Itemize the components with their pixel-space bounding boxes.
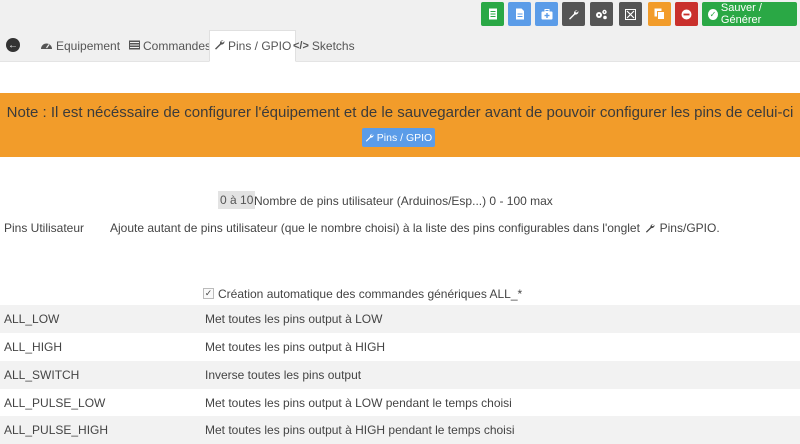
tab-bar: ← Equipement Commandes Pins / GPIO </> S… xyxy=(0,30,800,62)
tab-label: Equipement xyxy=(56,39,121,53)
pins-gpio-button-label: Pins / GPIO xyxy=(376,131,433,144)
save-button[interactable]: ✓ Sauver / Générer xyxy=(702,2,797,26)
code-icon: </> xyxy=(293,40,309,52)
wrench-icon xyxy=(214,39,225,53)
document-icon[interactable] xyxy=(481,2,504,26)
command-name: ALL_LOW xyxy=(4,312,60,326)
note-text: Note : Il est nécéssaire de configurer l… xyxy=(6,104,794,121)
command-description: Met toutes les pins output à LOW pendant… xyxy=(205,396,512,410)
pins-gpio-link[interactable]: Pins/GPIO. xyxy=(660,221,720,235)
command-name: ALL_PULSE_HIGH xyxy=(4,423,109,437)
command-name: ALL_SWITCH xyxy=(4,368,80,382)
list-icon xyxy=(129,39,140,53)
user-pins-range-label: Nombre de pins utilisateur (Arduinos/Esp… xyxy=(254,194,553,208)
tab-label: Sketchs xyxy=(311,39,355,53)
back-arrow-icon[interactable]: ← xyxy=(6,38,20,52)
wrench-icon xyxy=(645,223,655,233)
tab-equipement[interactable]: Equipement xyxy=(40,30,120,62)
table-row: ALL_PULSE_HIGH Met toutes les pins outpu… xyxy=(0,416,800,444)
tab-sketchs[interactable]: </> Sketchs xyxy=(293,30,355,62)
expand-icon[interactable] xyxy=(619,2,642,26)
table-row: ALL_SWITCH Inverse toutes les pins outpu… xyxy=(0,361,800,389)
gears-icon[interactable] xyxy=(590,2,613,26)
dashboard-icon xyxy=(40,39,53,53)
tab-label: Commandes xyxy=(143,39,212,53)
user-pins-help: Ajoute autant de pins utilisateur (que l… xyxy=(110,221,720,235)
auto-commands-label: Création automatique des commandes génér… xyxy=(218,287,523,301)
command-name: ALL_PULSE_LOW xyxy=(4,396,106,410)
user-pins-label: Pins Utilisateur xyxy=(4,221,85,235)
minus-circle-icon[interactable] xyxy=(675,2,698,26)
file-icon[interactable] xyxy=(508,2,531,26)
table-row: ALL_HIGH Met toutes les pins output à HI… xyxy=(0,333,800,361)
command-description: Met toutes les pins output à HIGH xyxy=(205,340,386,354)
wrench-icon[interactable] xyxy=(562,2,585,26)
table-row: ALL_PULSE_LOW Met toutes les pins output… xyxy=(0,389,800,417)
tab-commandes[interactable]: Commandes xyxy=(129,30,211,62)
medkit-icon[interactable] xyxy=(535,2,558,26)
command-name: ALL_HIGH xyxy=(4,340,63,354)
command-description: Inverse toutes les pins output xyxy=(205,368,362,382)
note-banner: Note : Il est nécéssaire de configurer l… xyxy=(0,93,800,157)
pins-gpio-button[interactable]: Pins / GPIO xyxy=(362,128,435,147)
copy-icon[interactable] xyxy=(648,2,671,26)
user-pins-help-text: Ajoute autant de pins utilisateur (que l… xyxy=(110,221,640,235)
top-toolbar: ✓ Sauver / Générer xyxy=(0,0,800,30)
check-icon: ✓ xyxy=(708,8,718,20)
user-pins-input[interactable]: 0 à 10 xyxy=(218,191,256,209)
tab-pins-gpio[interactable]: Pins / GPIO xyxy=(209,30,297,62)
table-row: ALL_LOW Met toutes les pins output à LOW xyxy=(0,305,800,333)
auto-commands-checkbox[interactable]: ✓ xyxy=(203,288,214,299)
wrench-icon xyxy=(365,133,374,142)
save-button-label: Sauver / Générer xyxy=(720,2,762,26)
command-description: Met toutes les pins output à HIGH pendan… xyxy=(205,423,515,437)
command-description: Met toutes les pins output à LOW xyxy=(205,312,383,326)
tab-label: Pins / GPIO xyxy=(228,39,292,53)
